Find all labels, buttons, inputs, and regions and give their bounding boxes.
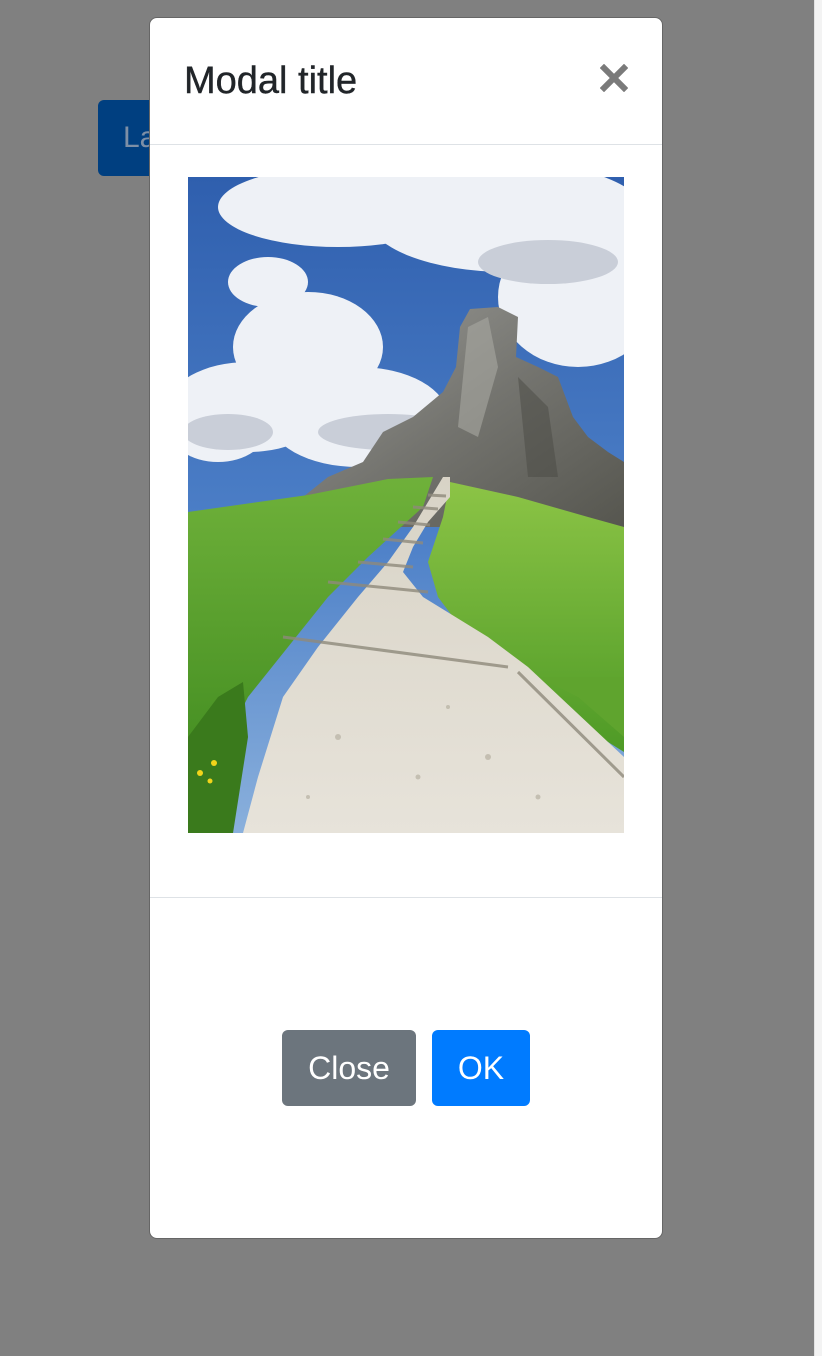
close-icon[interactable] [599, 63, 629, 93]
ok-button[interactable]: OK [432, 1030, 530, 1106]
scrollbar-track [814, 0, 822, 1356]
close-button[interactable]: Close [282, 1030, 416, 1106]
mountain-trail-photo [188, 177, 624, 833]
modal-footer: Close OK [150, 898, 662, 1238]
modal-header: Modal title [150, 18, 662, 145]
modal-dialog: Modal title Close OK [149, 17, 663, 1239]
modal-body [150, 145, 662, 898]
modal-title: Modal title [184, 60, 358, 102]
